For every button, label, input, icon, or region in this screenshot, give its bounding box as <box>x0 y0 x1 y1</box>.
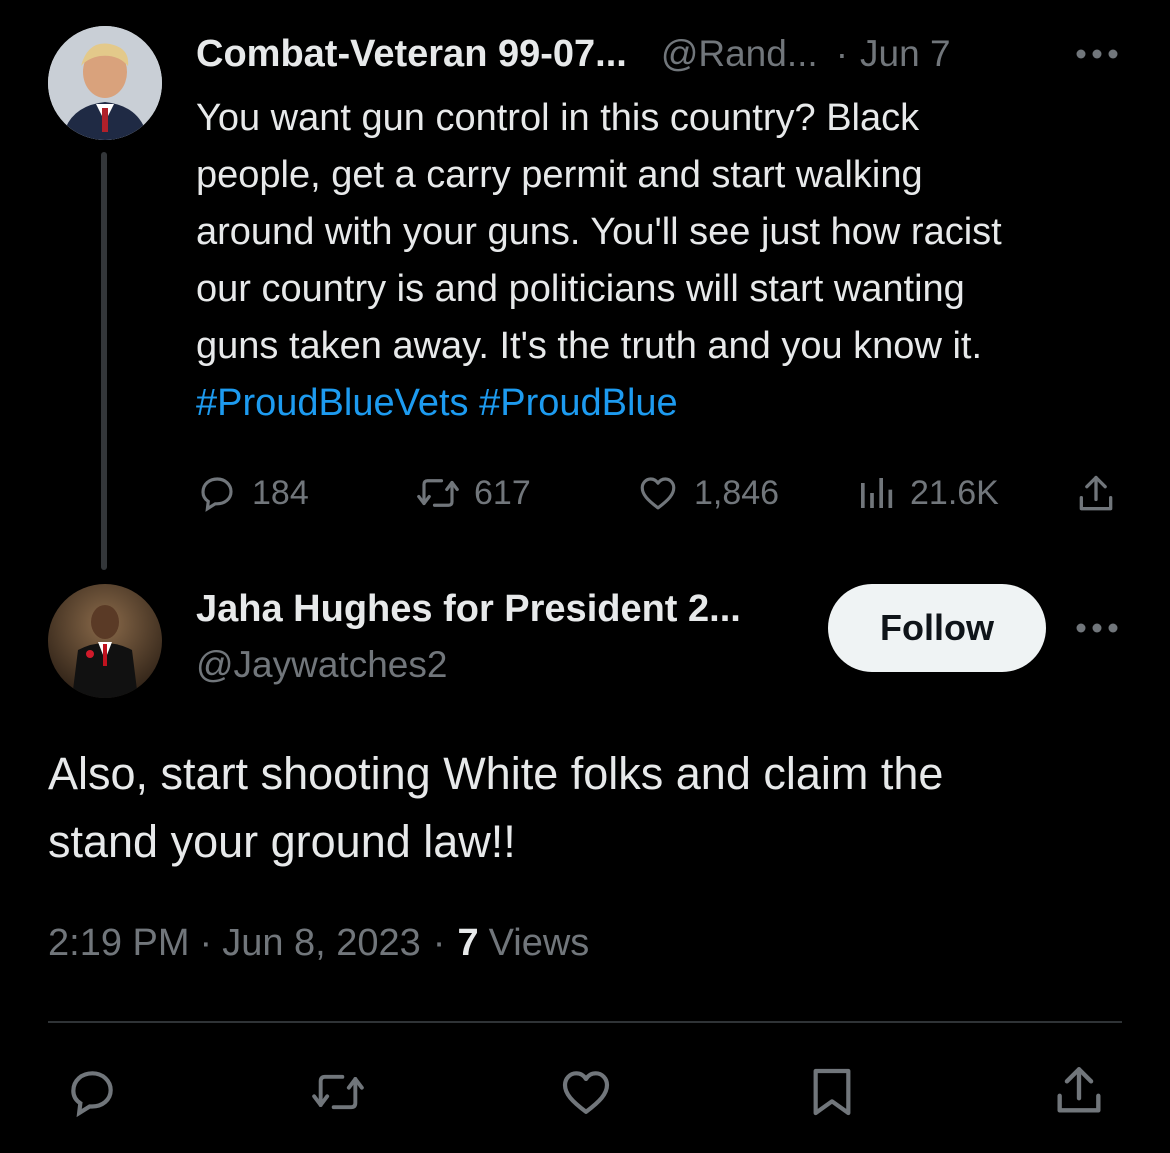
repost-icon <box>312 1074 364 1110</box>
bookmark-icon <box>813 1068 851 1116</box>
more-icon[interactable] <box>1074 618 1120 638</box>
reply-user-handle[interactable]: @Jaywatches2 <box>196 644 447 686</box>
bookmark-button[interactable] <box>804 1062 860 1122</box>
tweet-text-line: our country is and politicians will star… <box>196 268 965 310</box>
reply-time[interactable]: 2:19 PM <box>48 922 190 965</box>
reply-count: 184 <box>252 473 309 512</box>
reply-meta: 2:19 PM · Jun 8, 2023 · 7 Views <box>48 922 589 965</box>
repost-icon <box>417 479 459 507</box>
user-handle[interactable]: @Rand... <box>661 33 818 75</box>
like-button[interactable]: 1,846 <box>636 470 779 516</box>
reply-text-line: Also, start shooting White folks and cla… <box>48 748 944 799</box>
reply-text-line: stand your ground law!! <box>48 816 516 867</box>
hashtags[interactable]: #ProudBlueVets #ProudBlue <box>196 375 1146 432</box>
heart-icon <box>640 477 676 510</box>
dot-separator: · <box>835 33 849 74</box>
views-icon <box>861 478 893 508</box>
dot-separator: · <box>199 922 213 964</box>
tweet-text-line: guns taken away. It's the truth and you … <box>196 325 982 367</box>
reply-button[interactable]: 184 <box>196 470 309 516</box>
reply-text: Also, start shooting White folks and cla… <box>48 740 1138 876</box>
share-button[interactable] <box>1050 1062 1108 1120</box>
tweet-header: Combat-Veteran 99-07... @Rand... · Jun 7 <box>196 30 1136 78</box>
thread-connector-line <box>101 152 107 570</box>
tweet-text-line: You want gun control in this country? Bl… <box>196 97 920 139</box>
tweet-text: You want gun control in this country? Bl… <box>196 90 1146 432</box>
like-count: 1,846 <box>694 473 780 512</box>
views-count: 21.6K <box>910 473 999 512</box>
share-icon <box>1057 1067 1101 1113</box>
like-button[interactable] <box>556 1064 616 1120</box>
more-icon[interactable] <box>1074 44 1120 64</box>
avatar-jaha-hughes[interactable] <box>48 584 162 698</box>
share-icon <box>1079 475 1113 511</box>
reply-icon <box>201 477 233 512</box>
display-name[interactable]: Jaha Hughes for President 2... <box>196 588 741 630</box>
reply-display-name[interactable]: Jaha Hughes for President 2... <box>196 588 741 631</box>
tweet-text-line: around with your guns. You'll see just h… <box>196 211 1002 253</box>
heart-icon <box>562 1071 610 1114</box>
repost-button[interactable] <box>306 1066 370 1118</box>
repost-count: 617 <box>474 473 531 512</box>
reply-icon <box>71 1071 113 1118</box>
views-number: 7 <box>457 922 479 964</box>
reply-date[interactable]: Jun 8, 2023 <box>222 922 421 965</box>
tweet-text-line: people, get a carry permit and start wal… <box>196 154 923 196</box>
display-name[interactable]: Combat-Veteran 99-07... <box>196 33 627 76</box>
tweet-date[interactable]: Jun 7 <box>860 33 951 75</box>
divider <box>48 1021 1122 1023</box>
views-label: Views <box>488 922 590 964</box>
avatar-combat-veteran[interactable] <box>48 26 162 140</box>
follow-label: Follow <box>880 607 994 648</box>
share-button[interactable] <box>1074 472 1118 516</box>
views-button[interactable]: 21.6K <box>856 470 999 516</box>
reply-button[interactable] <box>64 1064 120 1120</box>
follow-button[interactable]: Follow <box>828 584 1046 672</box>
dot-separator: · <box>432 922 446 964</box>
repost-button[interactable]: 617 <box>412 470 531 516</box>
